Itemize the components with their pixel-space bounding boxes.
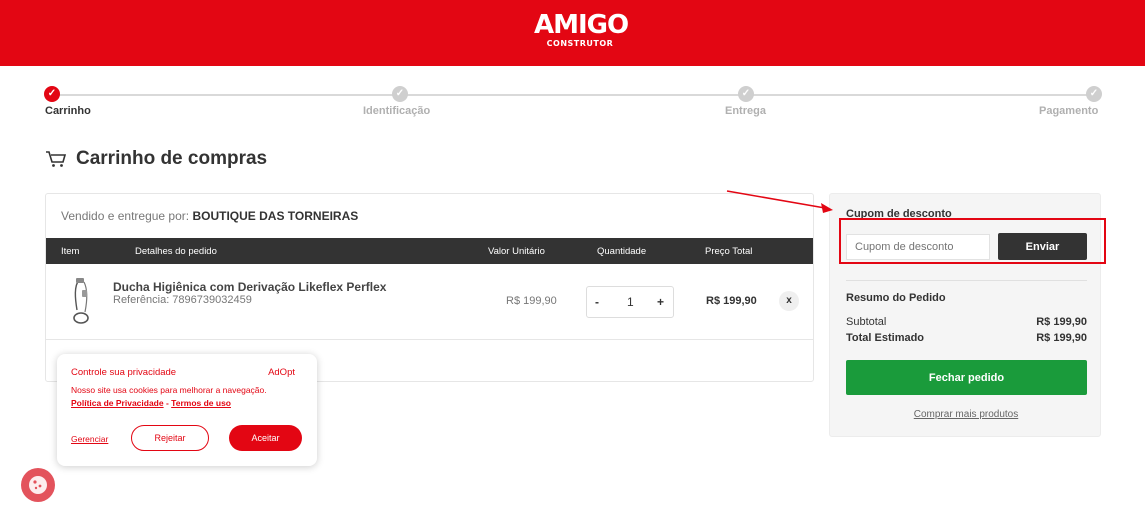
step-label-entrega: Entrega (725, 105, 766, 117)
subtotal-row: Subtotal R$ 199,90 (846, 316, 1087, 328)
product-reference: Referência: 7896739032459 (113, 294, 252, 306)
step-label-identificacao: Identificação (363, 105, 431, 117)
column-quantity: Quantidade (597, 246, 647, 257)
total-price: R$ 199,90 (706, 295, 757, 307)
annotation-arrow-icon (726, 190, 833, 213)
terms-of-use-link[interactable]: Termos de uso (171, 398, 231, 408)
accept-cookies-button[interactable]: Aceitar (229, 425, 302, 451)
step-carrinho-check-icon: ✓ (44, 86, 60, 102)
cart-table-header: Item Detalhes do pedido Valor Unitário Q… (46, 238, 813, 264)
unit-price: R$ 199,90 (506, 295, 557, 307)
amigo-construtor-logo[interactable]: AMIGO CONSTRUTOR (534, 10, 629, 54)
seller-prefix: Vendido e entregue por: (61, 209, 190, 223)
quantity-value[interactable]: 1 (627, 295, 634, 309)
seller-info: Vendido e entregue por: BOUTIQUE DAS TOR… (61, 209, 358, 223)
column-details: Detalhes do pedido (135, 246, 217, 257)
quantity-stepper: - 1 + (586, 286, 674, 318)
step-label-carrinho: Carrinho (45, 105, 91, 117)
subtotal-label: Subtotal (846, 316, 887, 328)
cookie-consent-banner: Controle sua privacidade AdOpt Nosso sit… (57, 354, 317, 466)
continue-shopping-link[interactable]: Comprar mais produtos (830, 409, 1102, 420)
coupon-highlight-box (839, 218, 1106, 264)
shower-product-image[interactable] (70, 276, 96, 326)
stepper-line (52, 94, 1094, 96)
step-label-pagamento: Pagamento (1039, 105, 1099, 117)
step-entrega-check-icon: ✓ (738, 86, 754, 102)
logo-main-text: AMIGO (534, 10, 629, 40)
cookie-brand[interactable]: AdOpt (268, 367, 295, 378)
logo-sub-text: CONSTRUTOR (546, 39, 614, 48)
cookie-settings-icon[interactable] (21, 468, 55, 502)
cookie-text: Nosso site usa cookies para melhorar a n… (71, 385, 267, 395)
step-pagamento-check-icon: ✓ (1086, 86, 1102, 102)
table-row: Ducha Higiênica com Derivação Likeflex P… (46, 264, 813, 340)
cookie-links: Política de Privacidade - Termos de uso (71, 398, 231, 408)
total-row: Total Estimado R$ 199,90 (846, 332, 1087, 344)
total-value: R$ 199,90 (1036, 332, 1087, 344)
total-label: Total Estimado (846, 332, 925, 344)
column-total-price: Preço Total (705, 246, 753, 257)
page-title: Carrinho de compras (76, 148, 268, 169)
product-name[interactable]: Ducha Higiênica com Derivação Likeflex P… (113, 280, 386, 294)
step-identificacao-check-icon: ✓ (392, 86, 408, 102)
remove-item-button[interactable]: x (779, 291, 799, 311)
increase-quantity-button[interactable]: + (657, 295, 664, 309)
privacy-policy-link[interactable]: Política de Privacidade (71, 398, 164, 408)
decrease-quantity-button[interactable]: - (595, 295, 599, 309)
column-item: Item (61, 246, 80, 257)
cookie-title: Controle sua privacidade (71, 367, 177, 378)
sidebar-divider (846, 280, 1087, 281)
column-unit-price: Valor Unitário (488, 246, 545, 257)
order-summary-title: Resumo do Pedido (846, 292, 946, 304)
subtotal-value: R$ 199,90 (1036, 316, 1087, 328)
site-header: AMIGO CONSTRUTOR (0, 0, 1145, 66)
reject-cookies-button[interactable]: Rejeitar (131, 425, 209, 451)
shopping-cart-icon (46, 151, 67, 167)
cookie-icon (29, 476, 47, 494)
manage-cookies-link[interactable]: Gerenciar (71, 434, 108, 444)
checkout-button[interactable]: Fechar pedido (846, 360, 1087, 395)
seller-name: BOUTIQUE DAS TORNEIRAS (192, 209, 359, 223)
